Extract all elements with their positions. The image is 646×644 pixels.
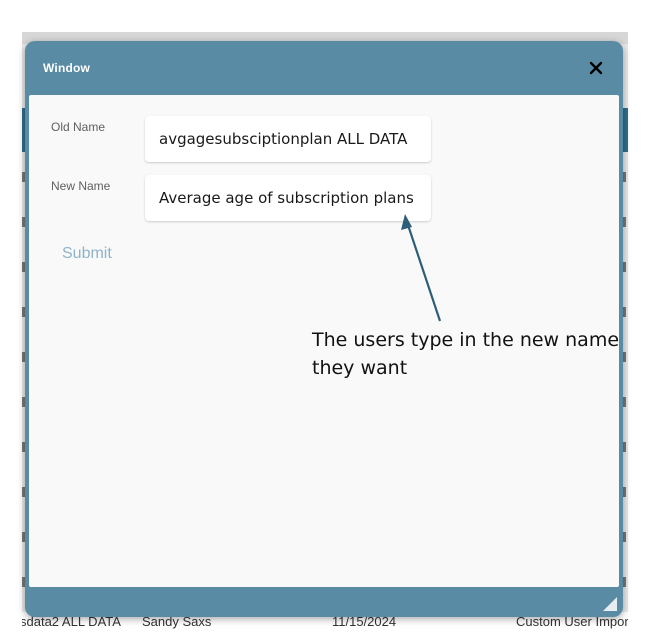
annotation-text: The users type in the new name they want [312,329,620,379]
new-name-field[interactable]: Average age of subscription plans [145,175,431,221]
resize-grip-icon[interactable] [603,597,617,611]
screen: sdata2 ALL DATA Sandy Saxs 11/15/2024 Cu… [0,0,646,644]
close-button[interactable] [583,55,609,81]
window-title: Window [43,61,91,75]
old-name-label: Old Name [51,120,106,134]
submit-button[interactable]: Submit [62,245,112,263]
old-name-field[interactable]: avgagesubsciptionplan ALL DATA [145,116,431,162]
new-name-label: New Name [51,179,111,193]
close-icon [589,61,603,75]
